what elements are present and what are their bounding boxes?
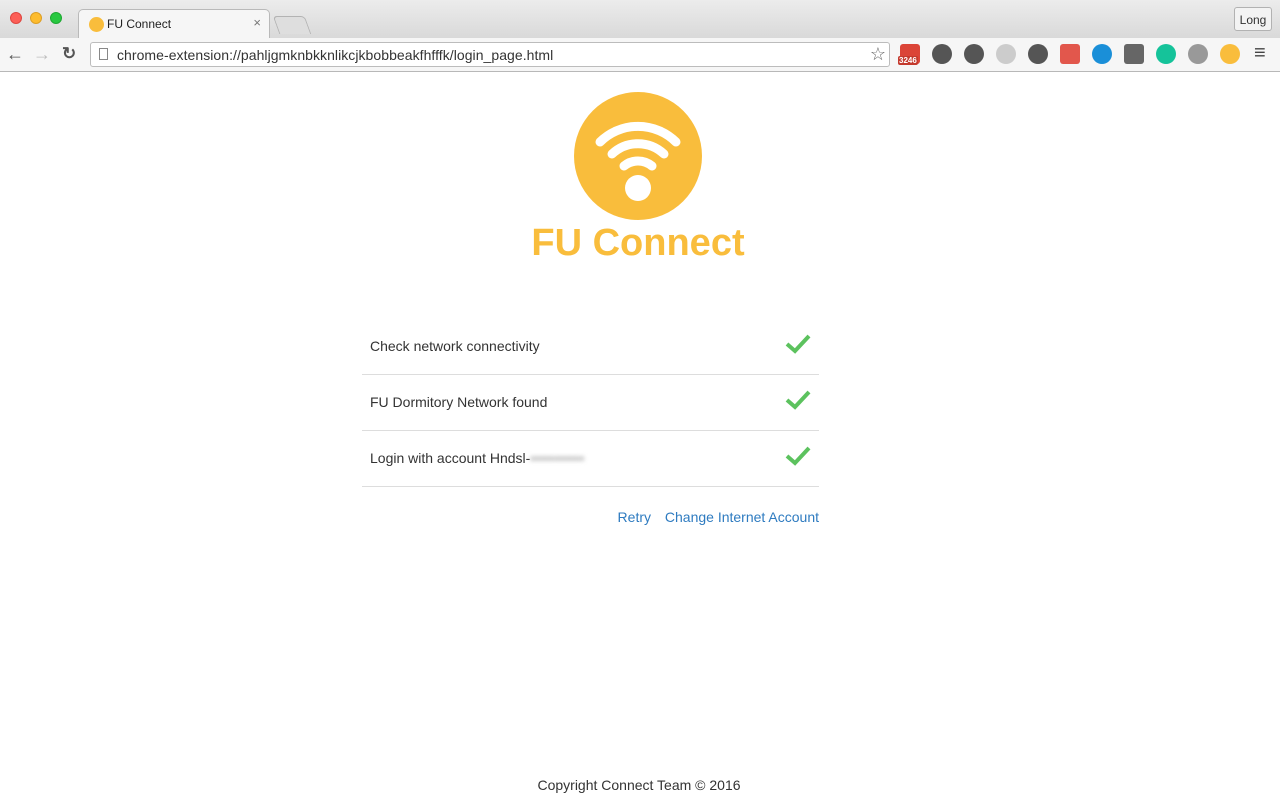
check-item: Login with account Hndsl-••••••••••• [362, 431, 819, 487]
app-title: FU Connect [531, 222, 745, 264]
back-arrow-icon[interactable]: ← [6, 44, 24, 64]
change-account-link[interactable]: Change Internet Account [665, 509, 819, 525]
browser-titlebar: FU Connect × Long [0, 0, 1280, 38]
gmail-checker-extension-icon[interactable]: 3246 [898, 44, 920, 65]
tampermonkey-extension-icon[interactable] [1028, 44, 1048, 64]
new-tab-button[interactable] [272, 16, 312, 34]
minimize-window-button[interactable] [30, 12, 42, 24]
browser-toolbar: ← → ↻ chrome-extension://pahljgmknbkknli… [0, 38, 1280, 72]
page-icon [99, 48, 108, 60]
checkmark-icon [785, 446, 811, 466]
page-content: FU Connect Check network connectivity FU… [0, 72, 1280, 800]
fu-connect-logo [574, 92, 702, 220]
action-links: Retry Change Internet Account [608, 509, 819, 525]
adblock-hand-extension-icon[interactable] [964, 44, 984, 64]
redacted-account-id: ••••••••••• [530, 450, 585, 466]
checkmark-icon [785, 334, 811, 354]
check-item: Check network connectivity [362, 319, 819, 375]
pocket-extension-icon[interactable] [932, 44, 952, 64]
check-label: FU Dormitory Network found [370, 394, 548, 410]
bookmark-star-icon[interactable]: ☆ [870, 44, 886, 65]
zoom-window-button[interactable] [50, 12, 62, 24]
reload-icon[interactable]: ↻ [62, 44, 76, 64]
acrobat-extension-icon[interactable] [1060, 44, 1080, 64]
fu-connect-extension-icon[interactable] [1220, 44, 1240, 64]
retry-link[interactable]: Retry [618, 509, 651, 525]
check-label: Check network connectivity [370, 338, 540, 354]
wifi-favicon-icon [89, 17, 104, 32]
tab-fu-connect[interactable]: FU Connect × [78, 9, 270, 38]
grammarly-extension-icon[interactable] [1156, 44, 1176, 64]
status-checklist: Check network connectivity FU Dormitory … [362, 319, 819, 487]
diamond-extension-icon[interactable] [1092, 44, 1112, 64]
wifi-icon [595, 121, 681, 201]
address-bar[interactable]: chrome-extension://pahljgmknbkknlikcjkbo… [90, 42, 890, 67]
check-item: FU Dormitory Network found [362, 375, 819, 431]
url-text[interactable]: chrome-extension://pahljgmknbkknlikcjkbo… [117, 47, 553, 63]
forward-arrow-icon[interactable]: → [33, 44, 51, 64]
profile-button[interactable]: Long [1234, 7, 1272, 31]
tab-title: FU Connect [107, 17, 172, 31]
facebook-ext-extension-icon[interactable] [1188, 44, 1208, 64]
account-prefix: Login with account Hndsl- [370, 450, 531, 466]
outlet-plug-extension-icon[interactable] [1124, 44, 1144, 64]
unread-count-badge: 3246 [898, 56, 918, 65]
close-tab-icon[interactable]: × [253, 15, 261, 30]
chrome-menu-icon[interactable]: ≡ [1254, 43, 1266, 63]
checkmark-icon [785, 390, 811, 410]
close-window-button[interactable] [10, 12, 22, 24]
footer-copyright: Copyright Connect Team © 2016 [537, 777, 741, 793]
check-label: Login with account Hndsl-••••••••••• [370, 450, 584, 466]
react-devtools-extension-icon[interactable] [996, 44, 1016, 64]
